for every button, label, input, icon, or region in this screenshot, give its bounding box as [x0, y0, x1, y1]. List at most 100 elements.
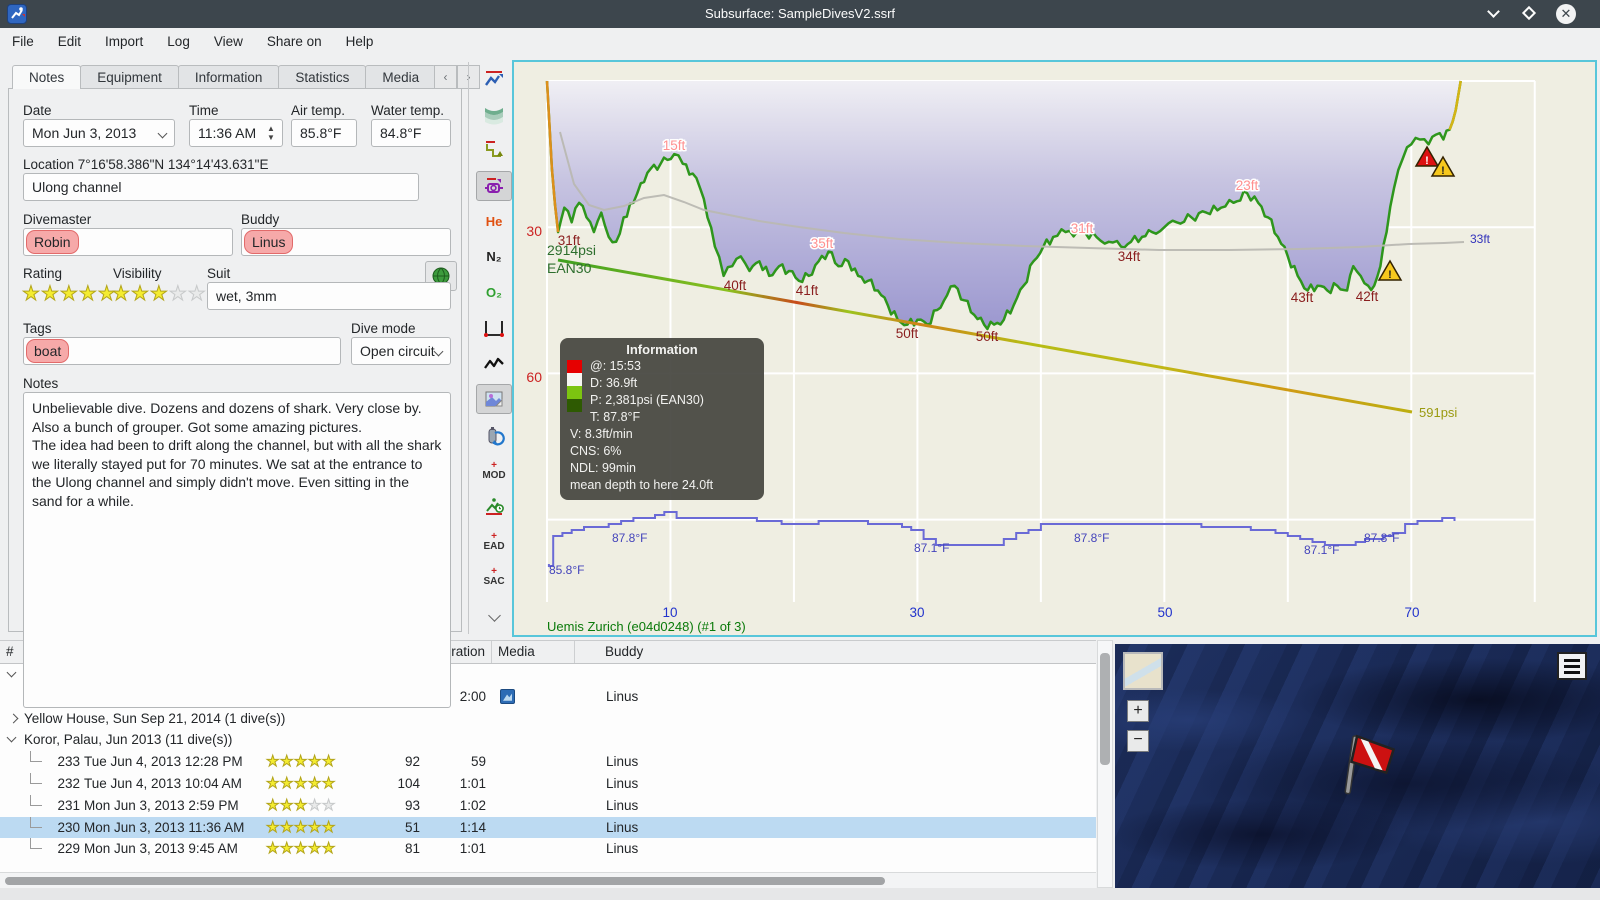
tab-statistics[interactable]: Statistics: [278, 65, 367, 89]
chevron-down-icon: [433, 346, 444, 357]
vertical-scrollbar[interactable]: [1097, 640, 1113, 888]
map-menu-button[interactable]: [1557, 652, 1587, 680]
dive-date: Tue Jun 4, 2013 12:28 PM: [84, 754, 243, 770]
oxygen-graph-button[interactable]: O₂: [476, 278, 512, 308]
star-icon: ★: [168, 283, 188, 306]
visibility-stars[interactable]: ★★★★★: [112, 281, 207, 306]
dive-mode-button[interactable]: [476, 64, 512, 94]
tab-notes[interactable]: Notes: [12, 65, 82, 89]
sac-icon: + SAC: [483, 566, 505, 588]
svg-text:15ft: 15ft: [663, 138, 686, 153]
dive-flag-marker[interactable]: [1337, 726, 1401, 804]
dive-row[interactable]: 229 Mon Jun 3, 2013 9:45 AM ★★★★★ 81 1:01 Lin…: [0, 838, 1096, 861]
divemaster-label: Divemaster: [23, 212, 92, 227]
mod-button[interactable]: + MOD: [476, 456, 512, 486]
buddy-input[interactable]: Linus: [241, 228, 451, 256]
dive-number: 233: [57, 754, 80, 770]
dive-site-map[interactable]: + −: [1115, 644, 1600, 898]
panel-separator[interactable]: [468, 62, 469, 634]
water-temp-input[interactable]: 84.8°F: [371, 119, 451, 147]
media-thumbnail-icon[interactable]: [500, 688, 515, 704]
air-temp-input[interactable]: 85.8°F: [291, 119, 357, 147]
dive-depth: 51: [404, 819, 420, 835]
sac-button[interactable]: + SAC: [476, 562, 512, 592]
tank-bar-button[interactable]: [476, 420, 512, 450]
heart-rate-button[interactable]: [476, 349, 512, 379]
menu-share-on[interactable]: Share on: [255, 28, 334, 55]
svg-text:42ft: 42ft: [1356, 289, 1379, 304]
rating-stars[interactable]: ★★★★★: [22, 281, 117, 306]
nitrogen-graph-button[interactable]: N₂: [476, 242, 512, 272]
horizontal-scrollbar[interactable]: [0, 872, 1096, 888]
menu-log[interactable]: Log: [155, 28, 202, 55]
toolbar-scroll-down-button[interactable]: [476, 600, 512, 630]
dive-row[interactable]: 231 Mon Jun 3, 2013 2:59 PM ★★★★★ 93 1:02 Lin…: [0, 794, 1096, 817]
scrollbar-handle[interactable]: [5, 877, 885, 885]
svg-text:Uemis Zurich (e04d0248) (#1 of: Uemis Zurich (e04d0248) (#1 of 3): [547, 619, 746, 634]
scrollbar-handle[interactable]: [1100, 653, 1110, 765]
svg-text:!: !: [1388, 269, 1392, 281]
close-button[interactable]: ✕: [1556, 4, 1576, 24]
window-title: Subsurface: SampleDivesV2.ssrf: [704, 6, 896, 21]
window-bottom-edge: [0, 888, 1600, 900]
dive-number: 230: [57, 819, 80, 835]
ead-button[interactable]: + EAD: [476, 527, 512, 557]
tab-media[interactable]: Media: [365, 65, 437, 89]
maximize-button[interactable]: [1520, 4, 1540, 24]
tags-label: Tags: [23, 321, 52, 336]
map-overview-button[interactable]: [1123, 652, 1163, 690]
suit-label: Suit: [207, 266, 231, 281]
dive-row[interactable]: 230 Mon Jun 3, 2013 11:36 AM ★★★★★ 51 1:14 Li…: [0, 816, 1096, 839]
time-input[interactable]: 11:36 AM ▲ ▼: [189, 119, 283, 147]
tags-input[interactable]: boat: [23, 337, 341, 365]
collapse-icon[interactable]: [6, 732, 17, 743]
expand-icon[interactable]: [8, 713, 19, 724]
tab-scroll-left-icon[interactable]: ‹: [434, 65, 457, 89]
tooltip-color-swatches: [567, 360, 582, 412]
svg-text:43ft: 43ft: [1291, 290, 1314, 305]
map-zoom-in-button[interactable]: +: [1127, 700, 1149, 722]
menu-edit[interactable]: Edit: [46, 28, 93, 55]
tab-equipment[interactable]: Equipment: [80, 65, 179, 89]
dive-depth: 81: [404, 841, 420, 857]
tree-connector: [30, 794, 42, 806]
menu-file[interactable]: File: [0, 28, 46, 55]
trip-row[interactable]: Koror, Palau, Jun 2013 (11 dive(s)): [0, 729, 1096, 752]
date-input[interactable]: Mon Jun 3, 2013: [23, 119, 175, 147]
svg-text:87.1°F: 87.1°F: [914, 541, 949, 555]
suit-input[interactable]: wet, 3mm: [207, 282, 451, 310]
svg-text:87.1°F: 87.1°F: [1304, 543, 1339, 557]
menu-import[interactable]: Import: [93, 28, 155, 55]
photos-button[interactable]: [476, 384, 512, 415]
location-input[interactable]: Ulong channel: [23, 173, 419, 201]
dive-date: Mon Jun 3, 2013 9:45 AM: [84, 841, 238, 857]
menu-view[interactable]: View: [202, 28, 255, 55]
dive-duration: 1:14: [459, 819, 486, 835]
menu-help[interactable]: Help: [334, 28, 386, 55]
dc-reported-ceiling-button[interactable]: [476, 170, 512, 201]
notes-textarea[interactable]: Unbelievable dive. Dozens and dozens of …: [23, 392, 451, 708]
helium-graph-button[interactable]: He: [476, 206, 512, 236]
column-header-media[interactable]: Media: [492, 641, 575, 663]
dive-media: [492, 838, 575, 860]
dive-row[interactable]: 233 Tue Jun 4, 2013 12:28 PM ★★★★★ 92 59 Linu…: [0, 751, 1096, 773]
divemaster-input[interactable]: Robin: [23, 228, 233, 256]
tab-information[interactable]: Information: [177, 65, 280, 89]
spinner-icon[interactable]: ▲ ▼: [266, 124, 276, 142]
ndl-tts-button[interactable]: [476, 491, 512, 521]
dive-row[interactable]: 232 Tue Jun 4, 2013 10:04 AM ★★★★★ 104 1:01 L…: [0, 772, 1096, 795]
calculated-ceiling-button[interactable]: [476, 135, 512, 165]
minimize-button[interactable]: [1484, 4, 1504, 24]
ceiling-button[interactable]: [476, 100, 512, 130]
date-label: Date: [23, 103, 52, 118]
column-header-buddy[interactable]: Buddy: [575, 641, 1096, 663]
dive-media: [492, 773, 575, 795]
map-zoom-out-button[interactable]: −: [1127, 730, 1149, 752]
dive-media: [492, 795, 575, 817]
dive-profile-panel[interactable]: 15ft 35ft 31ft 23ft 31ft 40ft 41ft 50ft 50ft 34ft…: [512, 60, 1597, 637]
ruler-button[interactable]: [476, 313, 512, 343]
collapse-icon[interactable]: [6, 667, 17, 678]
trip-row[interactable]: Yellow House, Sun Sep 21, 2014 (1 dive(s…: [0, 707, 1096, 730]
dive-mode-select[interactable]: Open circuit: [351, 337, 451, 365]
dive-buddy: Linus: [606, 775, 639, 791]
